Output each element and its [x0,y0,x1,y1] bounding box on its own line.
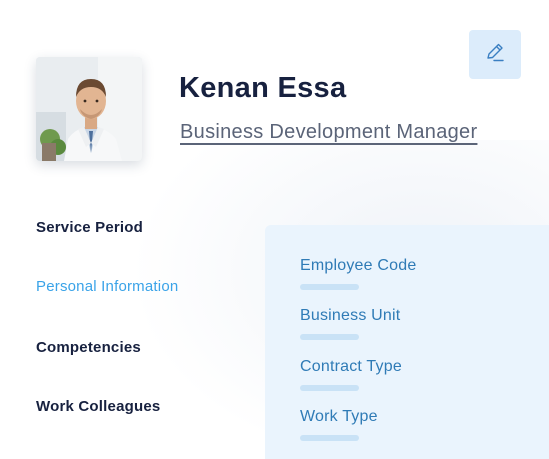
field-label-employee-code: Employee Code [300,257,417,274]
field-value-placeholder [300,284,359,290]
field-value-placeholder [300,334,359,340]
field-label-business-unit: Business Unit [300,307,401,324]
profile-card: Kenan Essa Business Development Manager … [0,0,549,459]
edit-profile-button[interactable] [469,30,521,79]
field-label-contract-type: Contract Type [300,358,402,375]
nav-item-personal-information[interactable]: Personal Information [36,278,178,295]
pencil-icon [484,41,506,68]
nav-item-competencies[interactable]: Competencies [36,339,141,356]
employee-name: Kenan Essa [179,72,347,104]
field-label-work-type: Work Type [300,408,378,425]
nav-item-service-period[interactable]: Service Period [36,219,143,236]
field-value-placeholder [300,385,359,391]
nav-item-work-colleagues[interactable]: Work Colleagues [36,398,160,415]
employee-job-title[interactable]: Business Development Manager [180,121,477,144]
field-value-placeholder [300,435,359,441]
avatar [36,57,142,161]
